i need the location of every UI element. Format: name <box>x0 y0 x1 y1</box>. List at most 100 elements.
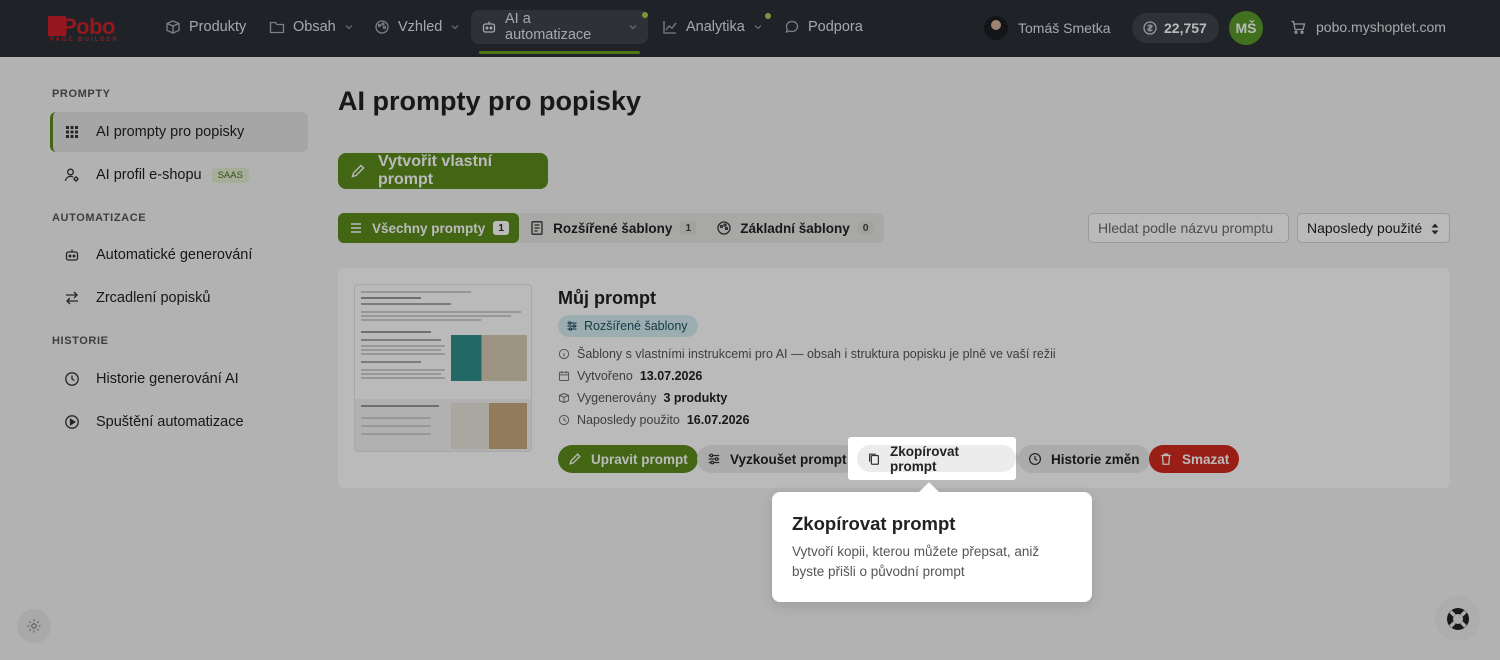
chevron-down-icon <box>451 25 459 30</box>
sidebar-item-label: Historie generování AI <box>96 371 239 387</box>
user-name: Tomáš Smetka <box>1018 20 1111 36</box>
sort-select[interactable]: Naposledy použité <box>1297 213 1450 243</box>
prompt-preview-thumbnail[interactable] <box>354 284 532 452</box>
delete-prompt-label: Smazat <box>1182 451 1230 467</box>
trash-icon <box>1161 453 1171 465</box>
logo-subtext: PAGE BUILDER <box>50 37 119 43</box>
top-navigation-bar: Pobo PAGE BUILDER Produkty Obsah Vzhled … <box>0 0 1500 57</box>
sidebar-item-ai-profil[interactable]: AI profil e-shopu SAAS <box>50 155 308 195</box>
robot-icon <box>482 21 496 33</box>
chart-icon <box>663 21 677 34</box>
settings-button[interactable] <box>17 609 51 643</box>
chevron-down-icon <box>754 25 762 30</box>
palette-icon <box>717 221 731 235</box>
nav-produkty[interactable]: Produkty <box>155 10 256 44</box>
tab-label: Rozšířené šablony <box>553 220 673 236</box>
shop-domain: pobo.myshoptet.com <box>1316 19 1446 35</box>
tour-tooltip: Zkopírovat prompt Vytvoří kopii, kterou … <box>772 492 1092 602</box>
user-avatar <box>984 16 1008 40</box>
clock-icon <box>65 372 79 386</box>
nav-ai-automatizace[interactable]: AI a automatizace <box>471 10 648 54</box>
shop-link[interactable]: pobo.myshoptet.com <box>1290 19 1446 35</box>
chevron-down-icon <box>629 25 637 30</box>
nav-analytika-label: Analytika <box>686 19 745 35</box>
delete-prompt-button[interactable]: Smazat <box>1149 445 1240 473</box>
help-button[interactable] <box>1435 596 1480 641</box>
clock-icon <box>1028 452 1042 466</box>
sidebar-item-historie-generovani[interactable]: Historie generování AI <box>50 359 308 399</box>
tab-rozsirene-sablony[interactable]: Rozšířené šablony 1 <box>519 213 706 243</box>
change-history-button[interactable]: Historie změn <box>1018 445 1150 473</box>
tab-zakladni-sablony[interactable]: Základní šablony 0 <box>706 213 883 243</box>
tab-count: 0 <box>857 221 874 235</box>
prompt-filter-tabs: Všechny prompty 1 Rozšířené šablony 1 Zá… <box>338 213 884 243</box>
sidebar-item-label: Automatické generování <box>96 247 253 263</box>
pencil-icon <box>351 164 365 178</box>
copy-icon <box>869 453 879 465</box>
active-underline <box>479 51 640 54</box>
nav-vzhled[interactable]: Vzhled <box>364 10 470 44</box>
nav-produkty-label: Produkty <box>189 19 247 35</box>
sidebar-section-historie: HISTORIE <box>52 335 109 347</box>
info-text: Šablony s vlastními instrukcemi pro AI —… <box>577 347 1056 361</box>
last-used-label: Naposledy použito <box>577 413 680 427</box>
sliders-icon <box>708 453 720 465</box>
sort-value: Naposledy použité <box>1307 220 1423 236</box>
create-prompt-label: Vytvořit vlastní prompt <box>378 153 493 188</box>
generated-label: Vygenerovány <box>577 391 657 405</box>
credits-badge[interactable]: 22,757 <box>1132 13 1219 43</box>
nav-podpora[interactable]: Podpora <box>774 10 873 44</box>
template-type-badge: Rozšířené šablony <box>558 315 698 337</box>
calendar-icon <box>558 371 570 382</box>
box-icon <box>166 20 180 34</box>
tour-highlight: Zkopírovat prompt <box>848 437 1016 480</box>
sidebar-item-automaticke-generovani[interactable]: Automatické generování <box>50 235 308 275</box>
credits-value: 22,757 <box>1164 20 1207 36</box>
highlighted-copy-label: Zkopírovat prompt <box>890 443 960 474</box>
sidebar-item-spusteni-automatizace[interactable]: Spuštění automatizace <box>50 402 308 442</box>
edit-prompt-label: Upravit prompt <box>591 451 688 467</box>
highlighted-copy-button[interactable]: Zkopírovat prompt <box>857 443 1016 474</box>
nav-analytika[interactable]: Analytika <box>652 10 773 44</box>
nav-obsah[interactable]: Obsah <box>259 10 364 44</box>
grid-icon <box>66 126 78 138</box>
robot-icon <box>65 249 79 261</box>
saas-badge: SAAS <box>211 167 249 183</box>
tab-count: 1 <box>493 221 510 235</box>
prompt-info: Šablony s vlastními instrukcemi pro AI —… <box>558 347 1056 361</box>
sidebar-section-automatizace: AUTOMATIZACE <box>52 212 147 224</box>
created-label: Vytvořeno <box>577 369 633 383</box>
edit-prompt-button[interactable]: Upravit prompt <box>558 445 698 473</box>
clock-icon <box>558 414 570 426</box>
folder-icon <box>269 21 285 34</box>
prompt-last-used: Naposledy použito 16.07.2026 <box>558 413 749 427</box>
sidebar-item-zrcadleni-popisku[interactable]: Zrcadlení popisků <box>50 278 308 318</box>
nav-podpora-label: Podpora <box>808 19 863 35</box>
try-prompt-button[interactable]: Vyzkoušet prompt <box>697 445 857 473</box>
tab-vsechny-prompty[interactable]: Všechny prompty 1 <box>338 213 520 243</box>
list-icon <box>351 223 361 233</box>
nav-vzhled-label: Vzhled <box>398 19 443 35</box>
user-gear-icon <box>64 168 79 182</box>
prompt-created: Vytvořeno 13.07.2026 <box>558 369 702 383</box>
box-icon <box>558 392 570 404</box>
info-icon <box>558 348 570 360</box>
tooltip-title: Zkopírovat prompt <box>792 513 956 534</box>
user-menu[interactable]: Tomáš Smetka <box>984 16 1111 40</box>
badge-label: Rozšířené šablony <box>584 319 688 333</box>
page-title: AI prompty pro popisky <box>338 86 642 116</box>
tab-count: 1 <box>680 221 697 235</box>
sidebar-item-ai-prompty[interactable]: AI prompty pro popisky <box>50 112 308 152</box>
coin-icon <box>1143 21 1157 35</box>
tab-label: Základní šablony <box>740 220 850 236</box>
change-history-label: Historie změn <box>1051 451 1140 467</box>
nav-obsah-label: Obsah <box>293 19 336 35</box>
create-prompt-button[interactable]: Vytvořit vlastní prompt <box>338 153 548 189</box>
generated-value: 3 produkty <box>663 391 728 405</box>
search-input[interactable]: Hledat podle názvu promptu <box>1088 213 1289 243</box>
lifebuoy-icon <box>1446 607 1469 630</box>
pencil-icon <box>569 453 581 465</box>
pobo-logo[interactable]: Pobo PAGE BUILDER <box>48 14 132 44</box>
sidebar-item-label: AI prompty pro popisky <box>96 124 245 140</box>
account-avatar[interactable]: MŠ <box>1229 11 1263 45</box>
